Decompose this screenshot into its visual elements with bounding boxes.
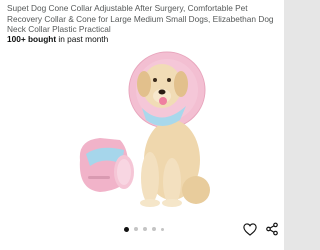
carousel-dot-2[interactable] [134,227,138,231]
product-card: Supet Dog Cone Collar Adjustable After S… [0,0,284,250]
carousel-dot-3[interactable] [143,227,147,231]
heart-icon[interactable] [242,221,258,237]
cone-product-illustration [79,138,134,192]
bought-badge: 100+ bought in past month [7,34,108,44]
share-icon[interactable] [264,221,280,237]
product-title[interactable]: Supet Dog Cone Collar Adjustable After S… [7,3,279,35]
bought-count: 100+ bought [7,34,57,44]
carousel-indicator[interactable] [124,225,164,233]
carousel-dot-4[interactable] [152,227,156,231]
bought-suffix: in past month [56,34,109,44]
carousel-dot-5[interactable] [161,227,164,231]
product-image[interactable] [0,46,284,216]
carousel-dot-1[interactable] [124,226,129,232]
